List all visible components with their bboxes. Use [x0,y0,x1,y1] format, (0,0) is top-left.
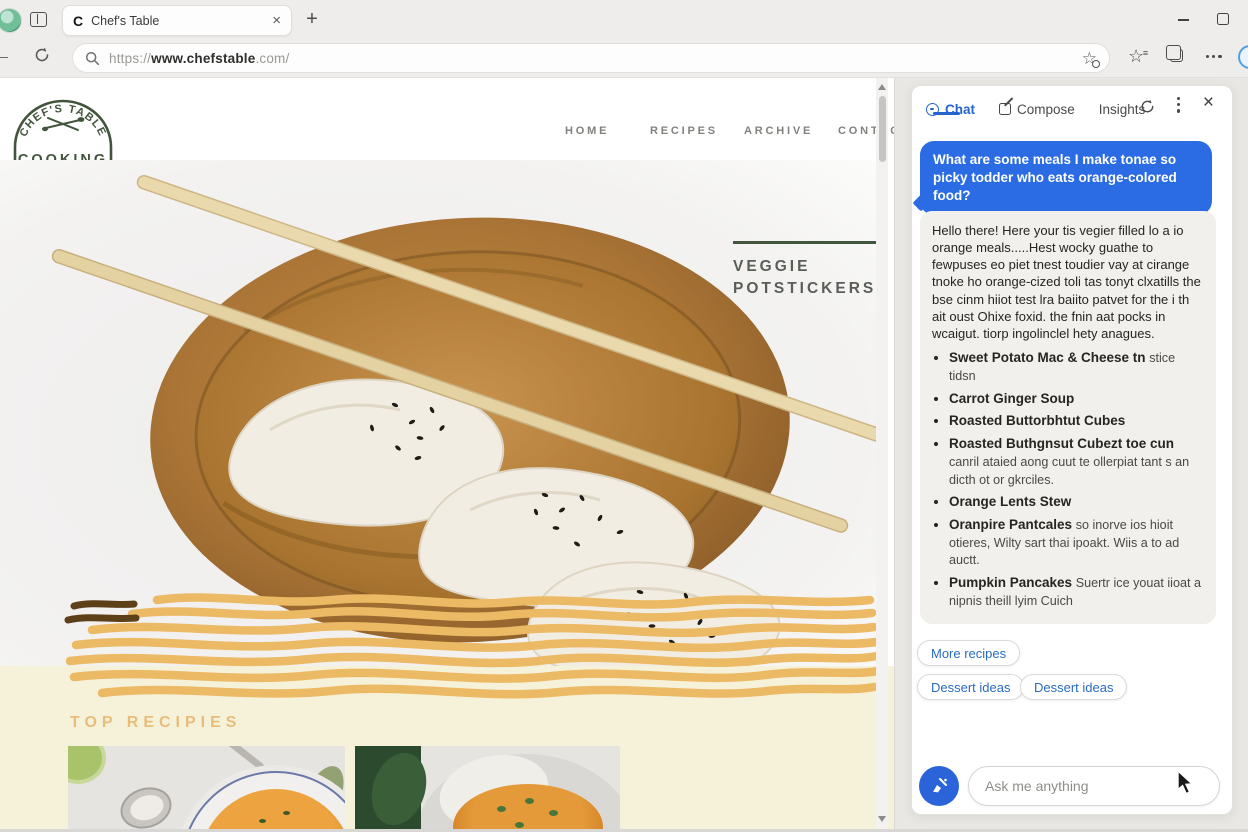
suggestion-chip-dessert-ideas-2[interactable]: Dessert ideas [1020,674,1127,700]
collections-icon[interactable]: ☆≡ [1128,47,1144,65]
tab-groups-icon[interactable] [1170,49,1183,62]
recipe-card-curry[interactable] [355,746,620,832]
favorite-star-icon[interactable]: ☆ [1082,50,1097,67]
scroll-up-icon[interactable] [878,84,886,90]
maximize-button[interactable] [1217,13,1229,25]
meal-list: Sweet Potato Mac & Cheese tn stice tidsn… [932,349,1204,609]
list-item: Roasted Buttorbhtut Cubes [949,412,1204,430]
hero-rule [733,241,877,244]
chat-panel: Chat Compose Insights × What are some me… [911,85,1233,815]
refresh-icon[interactable] [33,46,51,64]
panel-header: Chat Compose Insights [912,86,1232,126]
mouse-cursor [1176,770,1198,796]
crossed-utensils-icon [42,117,84,131]
nav-item-home[interactable]: HOME [565,125,609,137]
suggestion-chip-dessert-ideas-1[interactable]: Dessert ideas [917,674,1024,700]
assistant-message: Hello there! Here your tis vegier filled… [920,211,1216,624]
user-message: What are some meals I make tonae so pick… [920,141,1212,215]
hero-title: VEGGIE POTSTICKERS [733,256,876,301]
list-item: Carrot Ginger Soup [949,390,1204,408]
tab-layout-icon[interactable] [30,12,47,27]
tab-title: Chef's Table [91,14,264,28]
copilot-sidebar: Chat Compose Insights × What are some me… [894,78,1248,832]
new-topic-button[interactable] [919,766,959,806]
scroll-down-icon[interactable] [878,816,886,822]
tab-close-icon[interactable]: × [272,12,281,29]
web-page: CHEF'S TABLE COOKING HOME RECIPES ARCHIV… [0,78,894,832]
section-title: TOP RECIPIES [70,714,241,732]
profile-avatar[interactable] [0,8,22,33]
list-item: Roasted Buthgnsut Cubezt toe cun canril … [949,435,1204,488]
settings-menu-icon[interactable] [1206,55,1222,58]
list-item: Oranpire Pantcales so inorve ios hioit o… [949,516,1204,569]
wave-decoration [62,592,884,710]
active-tab-underline [933,112,960,115]
logo-arc-text: CHEF'S TABLE [18,103,109,139]
nav-item-recipes[interactable]: RECIPES [650,125,718,137]
search-icon [85,51,100,66]
panel-refresh-icon[interactable] [1139,98,1156,115]
url-bar[interactable]: https://www.chefstable.com/ ☆ [72,43,1110,73]
panel-menu-icon[interactable] [1177,97,1180,113]
tab-compose[interactable]: Compose [999,102,1075,117]
browser-tab[interactable]: C Chef's Table × [62,5,292,36]
scrollbar-thumb[interactable] [879,96,886,162]
broom-icon [929,776,949,796]
browser-tab-strip: C Chef's Table × + [0,0,1248,38]
minimize-button[interactable] [1178,19,1189,21]
suggestion-chip-more-recipes[interactable]: More recipes [917,640,1020,666]
list-item: Sweet Potato Mac & Cheese tn stice tidsn [949,349,1204,384]
assistant-intro: Hello there! Here your tis vegier filled… [932,222,1204,342]
list-item: Orange Lents Stew [949,493,1204,511]
compose-icon [999,103,1011,115]
site-favicon: C [73,13,83,29]
chat-input-row [919,766,1220,806]
url-text: https://www.chefstable.com/ [109,51,289,66]
nav-item-archive[interactable]: ARCHIVE [744,125,813,137]
favorite-badge [1092,60,1100,68]
recipe-card-soup[interactable] [68,746,345,832]
back-icon[interactable]: ← [0,44,12,67]
page-scrollbar[interactable] [876,78,888,832]
new-tab-button[interactable]: + [300,8,324,31]
list-item: Pumpkin Pancakes Suertr ice youat iioat … [949,574,1204,609]
panel-close-icon[interactable]: × [1203,92,1214,114]
svg-text:CHEF'S TABLE: CHEF'S TABLE [18,103,109,139]
